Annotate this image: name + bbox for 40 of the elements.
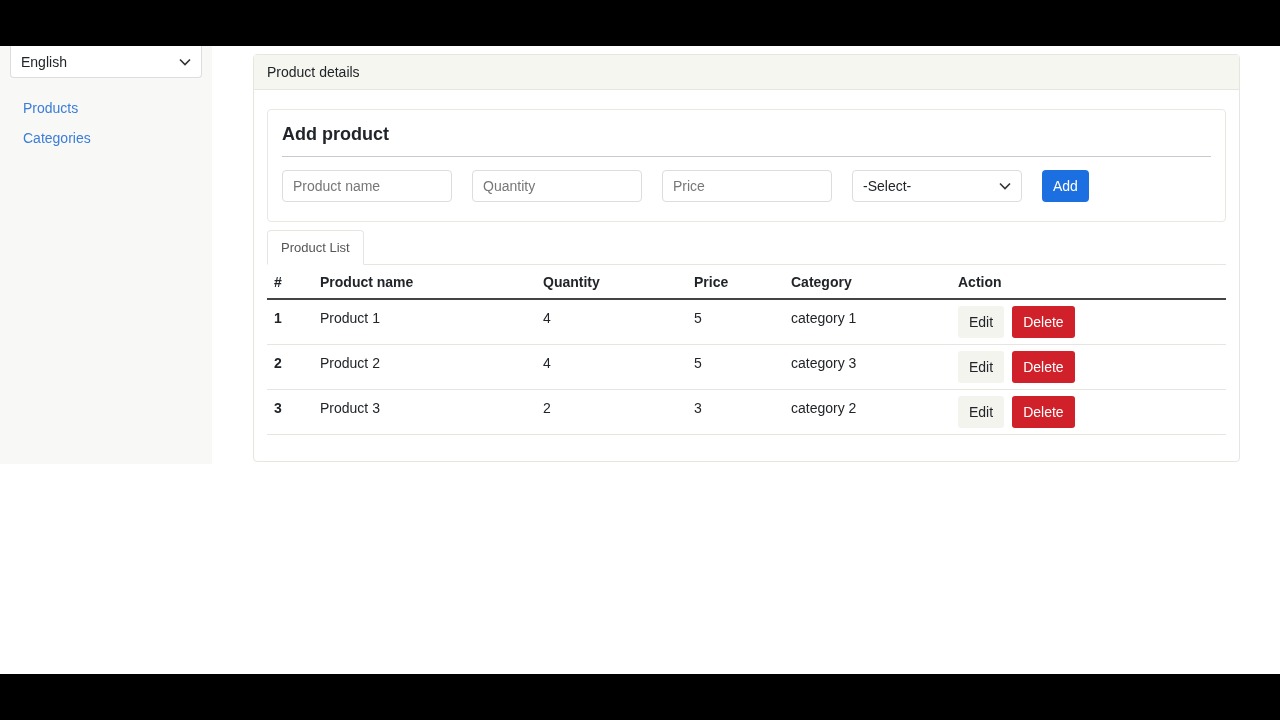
table-cell: category 3 bbox=[784, 344, 951, 390]
edit-button[interactable]: Edit bbox=[958, 351, 1005, 383]
chevron-down-icon bbox=[999, 182, 1011, 190]
table-cell: Product 1 bbox=[313, 299, 536, 345]
table-cell: Product 3 bbox=[313, 389, 536, 435]
text-field[interactable]: Quantity bbox=[472, 170, 642, 202]
delete-button[interactable]: Delete bbox=[1012, 306, 1075, 338]
column-header: Action bbox=[951, 265, 1226, 299]
column-header: Product name bbox=[313, 265, 536, 299]
sidebar-link[interactable]: Categories bbox=[23, 130, 91, 146]
table-cell: 1 bbox=[267, 299, 313, 345]
table-cell: 2 bbox=[536, 389, 687, 435]
text-field[interactable]: Product name bbox=[282, 170, 452, 202]
column-header: Category bbox=[784, 265, 951, 299]
category-select[interactable]: -Select- bbox=[852, 170, 1022, 202]
table-cell: 3 bbox=[687, 389, 784, 435]
column-header: Price bbox=[687, 265, 784, 299]
add-button[interactable]: Add bbox=[1042, 170, 1089, 202]
delete-button[interactable]: Delete bbox=[1012, 396, 1075, 428]
table-cell: 5 bbox=[687, 299, 784, 345]
table-cell: 2 bbox=[267, 344, 313, 390]
table-cell: category 1 bbox=[784, 299, 951, 345]
text-field[interactable]: Price bbox=[662, 170, 832, 202]
tab[interactable]: Product List bbox=[267, 230, 364, 265]
panel-header: Product details bbox=[254, 55, 1239, 90]
column-header: # bbox=[267, 265, 313, 299]
table-cell: category 2 bbox=[784, 389, 951, 435]
table-cell: 4 bbox=[536, 344, 687, 390]
table-cell: 3 bbox=[267, 389, 313, 435]
edit-button[interactable]: Edit bbox=[958, 306, 1005, 338]
table-cell: 5 bbox=[687, 344, 784, 390]
table-cell: 4 bbox=[536, 299, 687, 345]
form-title: Add product bbox=[282, 124, 1211, 157]
delete-button[interactable]: Delete bbox=[1012, 351, 1075, 383]
edit-button[interactable]: Edit bbox=[958, 396, 1005, 428]
sidebar-link[interactable]: Products bbox=[23, 100, 79, 116]
language-select[interactable]: English bbox=[10, 46, 202, 78]
table-cell: Product 2 bbox=[313, 344, 536, 390]
chevron-down-icon bbox=[179, 57, 191, 66]
column-header: Quantity bbox=[536, 265, 687, 299]
